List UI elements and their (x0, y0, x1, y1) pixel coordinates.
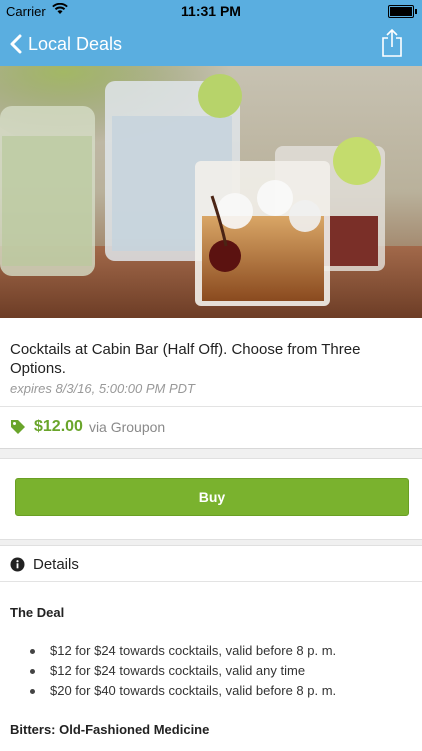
deal-price: $12.00 (34, 418, 83, 435)
details-header: Details (10, 556, 79, 573)
deal-photo (0, 66, 422, 318)
deal-source: via Groupon (88, 419, 166, 435)
deal-title: Cocktails at Cabin Bar (Half Off). Choos… (10, 341, 361, 377)
status-bar: Carrier 11:31 PM (0, 0, 422, 22)
details-title: Details (33, 556, 79, 573)
chevron-left-icon (10, 34, 22, 54)
details-section: Details The Deal $12 for $24 towards coc… (0, 545, 422, 751)
deal-expiration: expires 8/3/16, 5:00:00 PM PDT (10, 381, 195, 396)
divider (0, 406, 422, 407)
price-tag-icon (11, 420, 25, 434)
divider (0, 581, 422, 582)
deal-summary: Cocktails at Cabin Bar (Half Off). Choos… (0, 318, 422, 449)
price-row: $12.00 via Groupon (10, 418, 165, 436)
nav-header: Carrier 11:31 PM Local Deals (0, 0, 422, 66)
back-label: Local Deals (28, 33, 123, 54)
clock: 11:31 PM (181, 3, 241, 19)
section-heading: Bitters: Old-Fashioned Medicine (10, 722, 210, 737)
deal-options-list: $12 for $24 towards cocktails, valid bef… (30, 641, 336, 701)
the-deal-heading: The Deal (10, 605, 65, 620)
list-item: $12 for $24 towards cocktails, valid any… (30, 661, 336, 681)
list-item: $12 for $24 towards cocktails, valid bef… (30, 641, 336, 661)
info-icon (10, 557, 25, 572)
back-button[interactable]: Local Deals (10, 30, 122, 58)
buy-button[interactable]: Buy (15, 478, 409, 516)
buy-section: Buy (0, 458, 422, 540)
battery-icon (388, 5, 417, 18)
share-icon[interactable] (380, 28, 404, 58)
list-item: $20 for $40 towards cocktails, valid bef… (30, 681, 336, 701)
